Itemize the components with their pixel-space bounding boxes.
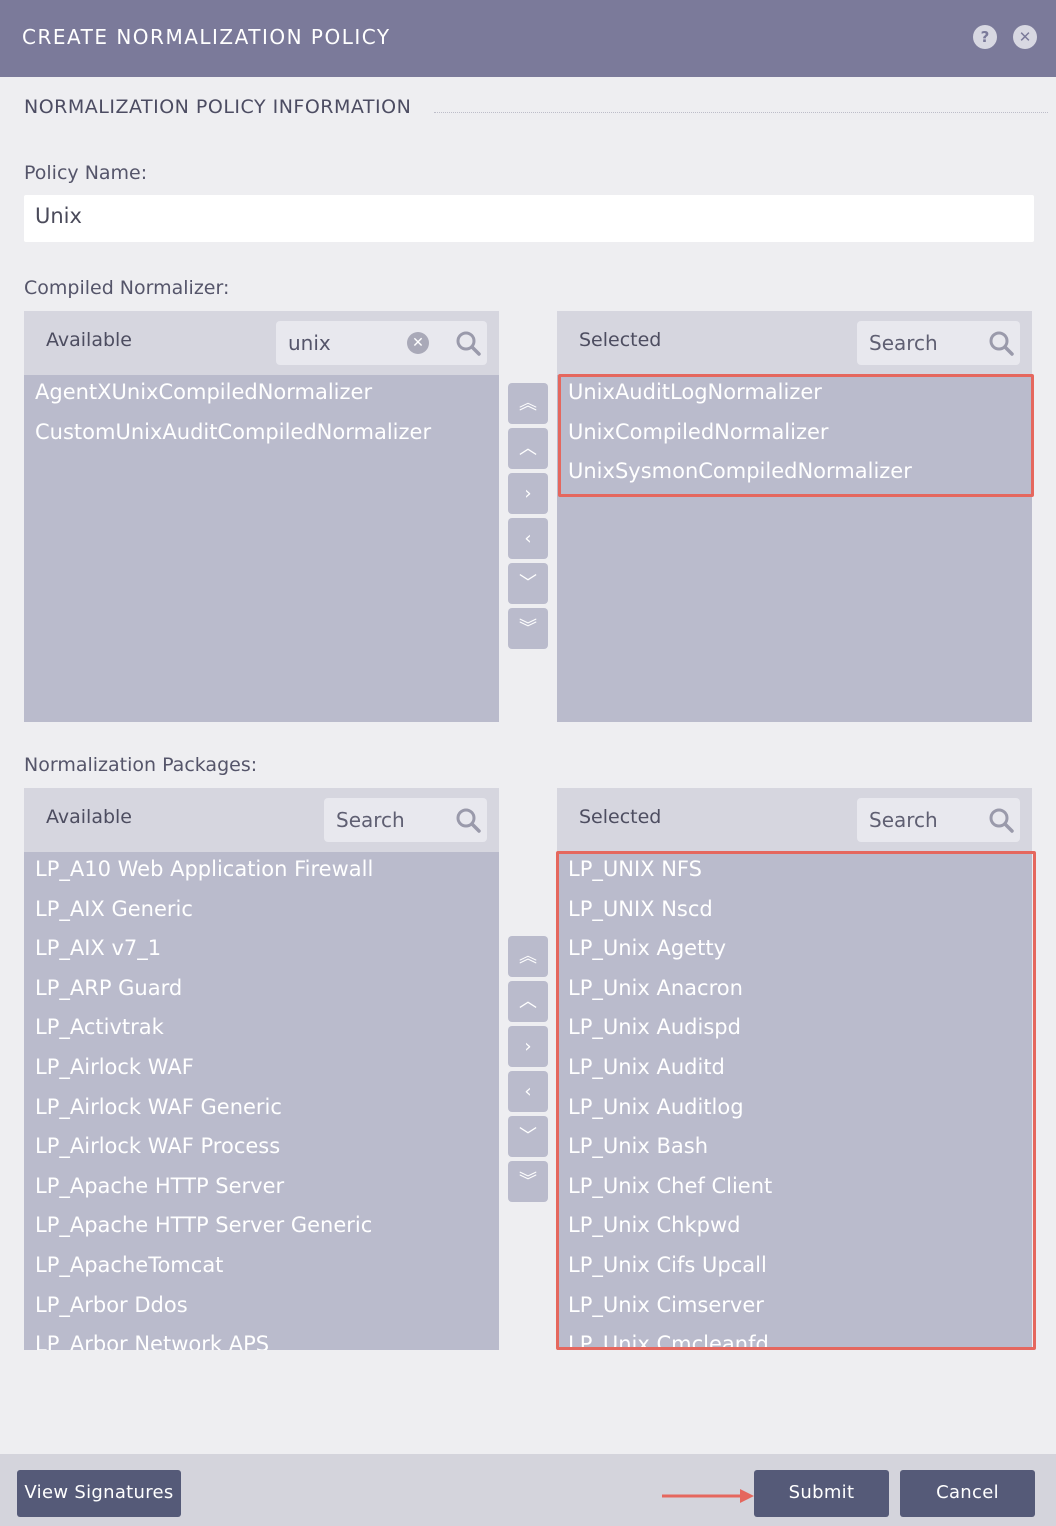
section-divider xyxy=(434,112,1048,113)
list-item[interactable]: CustomUnixAuditCompiledNormalizer xyxy=(24,415,499,455)
move-up-button[interactable]: ︿ xyxy=(508,428,548,469)
panel-title: Selected xyxy=(579,329,662,351)
list-item[interactable]: LP_ApacheTomcat xyxy=(24,1248,499,1288)
list-item[interactable]: LP_Apache HTTP Server Generic xyxy=(24,1208,499,1248)
panel-header: Selected Search xyxy=(557,311,1032,375)
list-item[interactable]: LP_Apache HTTP Server xyxy=(24,1169,499,1209)
policy-name-input[interactable]: Unix xyxy=(24,195,1034,242)
search-value: unix xyxy=(288,331,331,355)
list-item[interactable]: LP_Airlock WAF xyxy=(24,1050,499,1090)
move-left-button[interactable]: ‹ xyxy=(508,1071,548,1112)
view-signatures-button[interactable]: View Signatures xyxy=(17,1470,181,1517)
normalization-packages-label: Normalization Packages: xyxy=(24,754,258,776)
move-all-bottom-button[interactable]: ︾ xyxy=(508,608,548,649)
packages-available-list[interactable]: LP_A10 Web Application Firewall LP_AIX G… xyxy=(24,852,499,1350)
move-up-button[interactable]: ︿ xyxy=(508,981,548,1022)
search-icon[interactable] xyxy=(455,330,481,356)
move-down-button[interactable]: ﹀ xyxy=(508,1116,548,1157)
dialog-title: CREATE NORMALIZATION POLICY xyxy=(22,25,391,49)
list-item[interactable]: LP_Airlock WAF Generic xyxy=(24,1090,499,1130)
move-left-button[interactable]: ‹ xyxy=(508,518,548,559)
highlight-box xyxy=(556,851,1036,1350)
move-all-top-button[interactable]: ︽ xyxy=(508,383,548,424)
close-icon[interactable]: ✕ xyxy=(1013,25,1037,49)
search-placeholder: Search xyxy=(869,808,938,832)
search-icon[interactable] xyxy=(988,807,1014,833)
search-icon[interactable] xyxy=(455,807,481,833)
move-right-button[interactable]: › xyxy=(508,473,548,514)
panel-header: Selected Search xyxy=(557,788,1032,852)
move-all-bottom-button[interactable]: ︾ xyxy=(508,1161,548,1202)
list-item[interactable]: LP_ARP Guard xyxy=(24,971,499,1011)
help-icon[interactable]: ? xyxy=(973,25,997,49)
list-item[interactable]: LP_AIX Generic xyxy=(24,892,499,932)
panel-title: Available xyxy=(46,806,133,828)
panel-title: Selected xyxy=(579,806,662,828)
compiled-selected-search-input[interactable]: Search xyxy=(857,321,1020,365)
policy-name-label: Policy Name: xyxy=(24,162,148,184)
move-all-top-button[interactable]: ︽ xyxy=(508,936,548,977)
dialog-titlebar: CREATE NORMALIZATION POLICY ? ✕ xyxy=(0,0,1056,77)
cancel-button[interactable]: Cancel xyxy=(900,1470,1035,1517)
compiled-available-list[interactable]: AgentXUnixCompiledNormalizer CustomUnixA… xyxy=(24,375,499,722)
packages-selected-search-input[interactable]: Search xyxy=(857,798,1020,842)
search-placeholder: Search xyxy=(869,331,938,355)
packages-available-panel: Available Search LP_A10 Web Application … xyxy=(24,788,499,1350)
arrow-icon xyxy=(662,1489,754,1503)
search-placeholder: Search xyxy=(336,808,405,832)
move-right-button[interactable]: › xyxy=(508,1026,548,1067)
search-icon[interactable] xyxy=(988,330,1014,356)
list-item[interactable]: LP_Arbor Ddos xyxy=(24,1288,499,1328)
list-item[interactable]: LP_Activtrak xyxy=(24,1010,499,1050)
list-item[interactable]: LP_AIX v7_1 xyxy=(24,931,499,971)
compiled-normalizer-label: Compiled Normalizer: xyxy=(24,277,230,299)
compiled-available-search-input[interactable]: unix ✕ xyxy=(276,321,487,365)
packages-available-search-input[interactable]: Search xyxy=(324,798,487,842)
highlight-box xyxy=(558,374,1034,497)
panel-title: Available xyxy=(46,329,133,351)
move-down-button[interactable]: ﹀ xyxy=(508,563,548,604)
list-item[interactable]: LP_Airlock WAF Process xyxy=(24,1129,499,1169)
list-item[interactable]: LP_A10 Web Application Firewall xyxy=(24,852,499,892)
compiled-available-panel: Available unix ✕ AgentXUnixCompiledNorma… xyxy=(24,311,499,722)
submit-button[interactable]: Submit xyxy=(754,1470,889,1517)
compiled-selected-panel: Selected Search UnixAuditLogNormalizer U… xyxy=(557,311,1032,722)
section-title: NORMALIZATION POLICY INFORMATION xyxy=(24,96,412,118)
list-item[interactable]: LP_Arbor Network APS xyxy=(24,1327,499,1350)
panel-header: Available Search xyxy=(24,788,499,852)
list-item[interactable]: AgentXUnixCompiledNormalizer xyxy=(24,375,499,415)
clear-search-icon[interactable]: ✕ xyxy=(407,332,429,354)
panel-header: Available unix ✕ xyxy=(24,311,499,375)
